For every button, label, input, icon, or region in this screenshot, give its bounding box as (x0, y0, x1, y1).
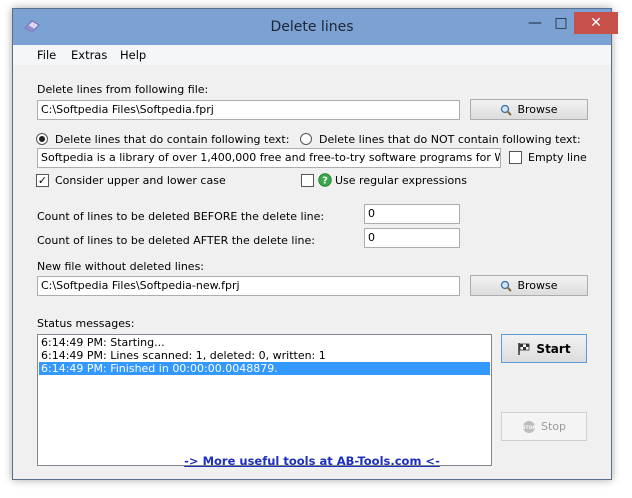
radio-contain[interactable] (36, 133, 48, 145)
start-button[interactable]: Start (501, 334, 587, 363)
menu-extras[interactable]: Extras (71, 48, 107, 62)
status-list[interactable]: 6:14:49 PM: Starting... 6:14:49 PM: Line… (37, 334, 492, 466)
magnifier-icon (501, 280, 513, 292)
stop-button[interactable]: STOP Stop (501, 412, 587, 441)
status-message[interactable]: 6:14:49 PM: Starting... (39, 336, 490, 349)
svg-text:STOP: STOP (522, 425, 536, 431)
case-checkbox[interactable]: ✓ (36, 174, 49, 187)
after-count-input[interactable]: 0 (364, 228, 460, 248)
radio-not-contain[interactable] (300, 133, 312, 145)
output-browse-label: Browse (517, 279, 558, 292)
regex-checkbox[interactable] (301, 174, 314, 187)
magnifier-icon (501, 104, 513, 116)
help-icon[interactable]: ? (318, 173, 332, 187)
before-count-label: Count of lines to be deleted BEFORE the … (37, 210, 325, 223)
start-label: Start (536, 341, 571, 356)
source-file-label: Delete lines from following file: (37, 83, 209, 96)
empty-line-label: Empty line (528, 151, 587, 164)
svg-text:?: ? (322, 176, 328, 187)
regex-label: Use regular expressions (335, 174, 467, 187)
menu-file[interactable]: File (37, 48, 56, 62)
menu-help[interactable]: Help (120, 48, 146, 62)
ab-tools-link[interactable]: -> More useful tools at AB-Tools.com <- (13, 454, 611, 468)
menu-bar: File Extras Help (13, 45, 611, 65)
output-file-label: New file without deleted lines: (37, 260, 205, 273)
flag-icon (518, 342, 530, 355)
output-file-input[interactable]: C:\Softpedia Files\Softpedia-new.fprj (37, 276, 460, 296)
stop-icon: STOP (522, 420, 536, 433)
status-label: Status messages: (37, 317, 135, 330)
case-label: Consider upper and lower case (55, 174, 226, 187)
maximize-button[interactable]: □ (548, 12, 574, 34)
stop-label: Stop (540, 420, 566, 433)
minimize-button[interactable]: — (522, 12, 548, 34)
after-count-label: Count of lines to be deleted AFTER the d… (37, 234, 315, 247)
status-message[interactable]: 6:14:49 PM: Lines scanned: 1, deleted: 0… (39, 349, 490, 362)
source-file-input[interactable]: C:\Softpedia Files\Softpedia.fprj (37, 100, 460, 120)
before-count-input[interactable]: 0 (364, 204, 460, 224)
source-browse-button[interactable]: Browse (470, 99, 588, 120)
output-browse-button[interactable]: Browse (470, 275, 588, 296)
radio-not-contain-label: Delete lines that do NOT contain followi… (319, 133, 581, 146)
radio-contain-label: Delete lines that do contain following t… (55, 133, 290, 146)
search-text-input[interactable]: Softpedia is a library of over 1,400,000… (37, 148, 501, 168)
app-window: Delete lines — □ ✕ File Extras Help Dele… (12, 8, 618, 480)
title-bar[interactable]: Delete lines — □ ✕ (13, 9, 618, 45)
empty-line-checkbox[interactable] (509, 151, 522, 164)
status-message[interactable]: 6:14:49 PM: Finished in 00:00:00.0048879… (39, 362, 490, 375)
close-button[interactable]: ✕ (574, 12, 618, 34)
source-browse-label: Browse (517, 103, 558, 116)
